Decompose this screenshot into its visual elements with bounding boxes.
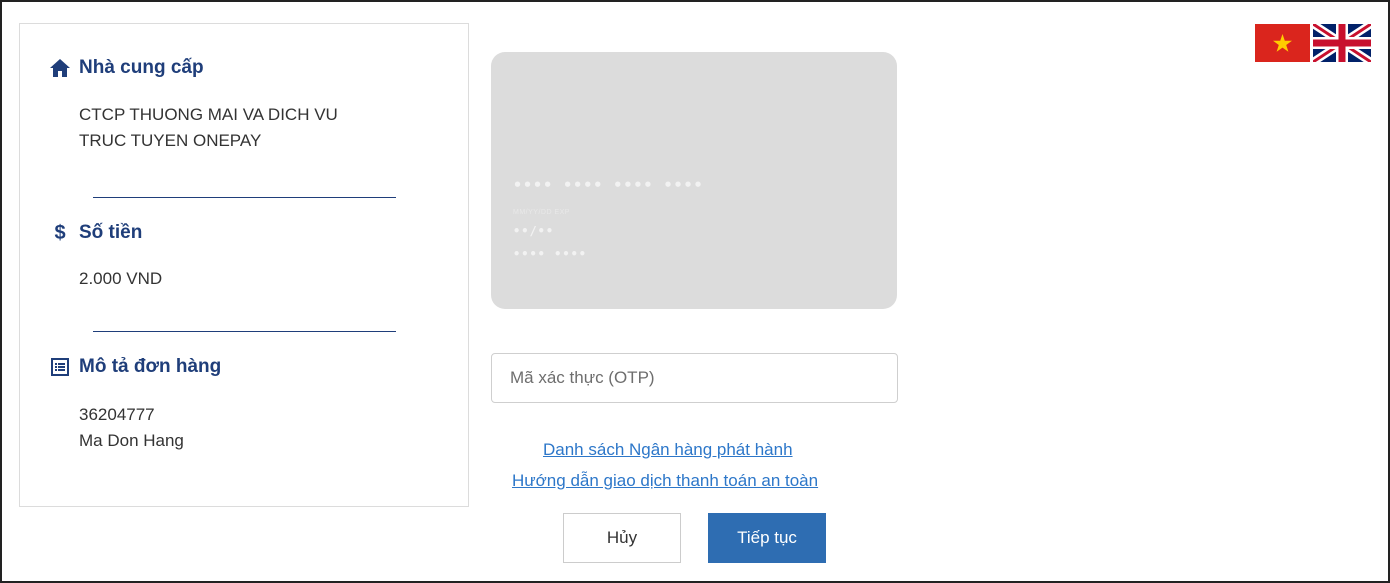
vietnamese-flag-icon[interactable] [1255, 24, 1310, 62]
otp-input[interactable] [491, 353, 898, 403]
order-details: 36204777 Ma Don Hang [79, 402, 184, 454]
section-divider [93, 197, 396, 198]
card-preview: •••• •••• •••• •••• MM/YY/DD EXP ••/•• •… [491, 52, 897, 309]
order-heading: Mô tả đơn hàng [49, 356, 221, 378]
card-expiry-mask: ••/•• [513, 224, 555, 238]
section-divider [93, 331, 396, 332]
card-number-mask: •••• •••• •••• •••• [513, 176, 704, 194]
order-description: Ma Don Hang [79, 431, 184, 450]
merchant-title: Nhà cung cấp [79, 57, 204, 78]
amount-heading: $ Số tiền [49, 222, 142, 244]
amount-title: Số tiền [79, 222, 143, 243]
merchant-name-line1: CTCP THUONG MAI VA DICH VU [79, 105, 338, 124]
order-title: Mô tả đơn hàng [79, 356, 222, 377]
safety-guide-link[interactable]: Hướng dẫn giao dịch thanh toán an toàn [512, 471, 818, 491]
merchant-heading: Nhà cung cấp [49, 57, 204, 79]
order-id: 36204777 [79, 405, 155, 424]
card-holder-mask: •••• •••• [513, 247, 588, 261]
amount-value: 2.000 VND [79, 269, 163, 288]
uk-flag-icon[interactable] [1310, 20, 1374, 66]
dollar-icon: $ [54, 221, 66, 244]
issuer-list-link[interactable]: Danh sách Ngân hàng phát hành [543, 440, 793, 460]
cancel-button[interactable]: Hủy [563, 513, 681, 563]
list-icon [49, 356, 71, 378]
merchant-name: CTCP THUONG MAI VA DICH VU TRUC TUYEN ON… [79, 102, 338, 154]
home-icon [49, 57, 71, 79]
card-expiry-label: MM/YY/DD EXP [513, 209, 570, 216]
continue-button[interactable]: Tiếp tục [708, 513, 826, 563]
merchant-name-line2: TRUC TUYEN ONEPAY [79, 131, 262, 150]
order-info-panel: Nhà cung cấp CTCP THUONG MAI VA DICH VU … [19, 23, 469, 507]
